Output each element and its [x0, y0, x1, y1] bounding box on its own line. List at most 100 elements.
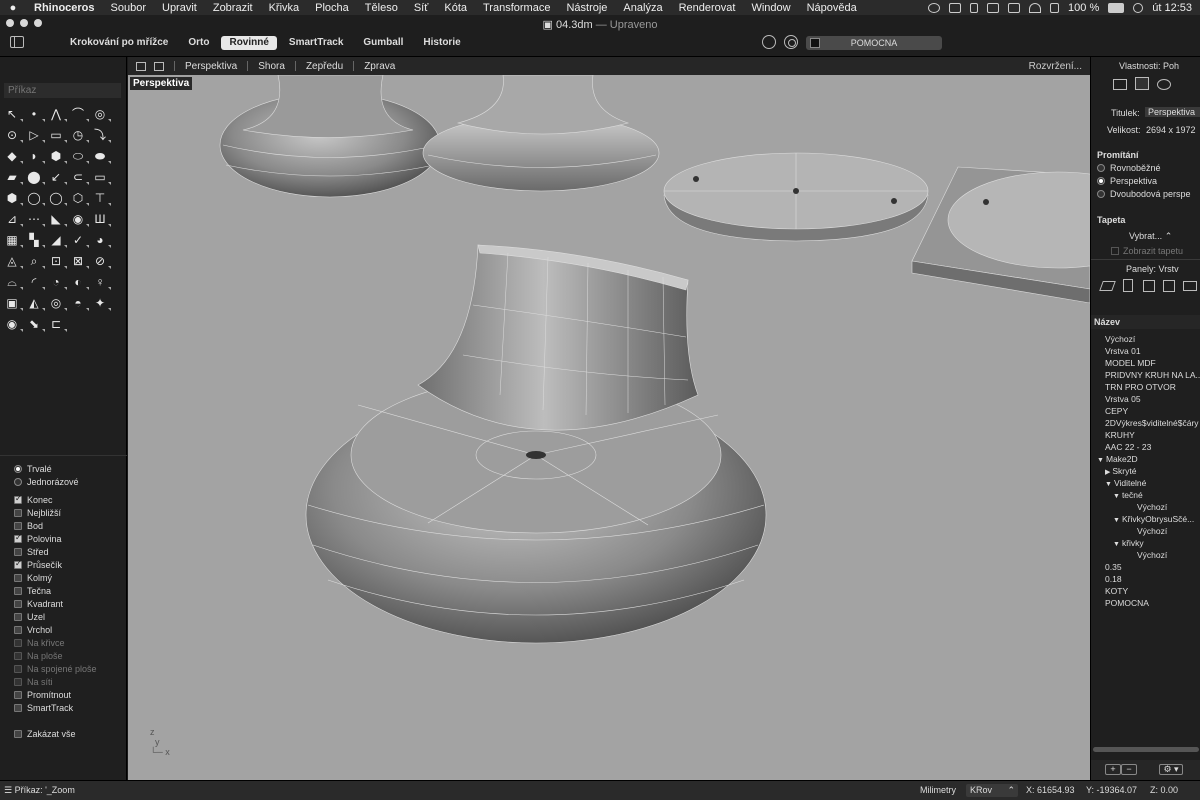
- checkbox[interactable]: [14, 703, 22, 712]
- checkbox[interactable]: [14, 677, 22, 686]
- add-layer-button[interactable]: +: [1105, 764, 1121, 775]
- tool-16-icon[interactable]: ⬤: [26, 170, 45, 185]
- menu-kota[interactable]: Kóta: [436, 2, 475, 14]
- perspective-viewport[interactable]: Perspektiva z y └─ x: [128, 75, 1090, 780]
- mode-gumball-button[interactable]: Gumball: [355, 36, 411, 50]
- layer-item[interactable]: PRIDVNY KRUH NA LA...: [1091, 369, 1200, 381]
- disclosure-arrow-icon[interactable]: ▼: [1105, 481, 1112, 488]
- projection-dvoubodova-perspe[interactable]: Dvoubodová perspe: [1091, 187, 1191, 200]
- layer-item[interactable]: MODEL MDF: [1091, 357, 1200, 369]
- tool-32-icon[interactable]: ◢: [48, 233, 67, 248]
- mode-smarttrack-button[interactable]: SmartTrack: [281, 36, 351, 50]
- layer-name-header[interactable]: Název: [1091, 315, 1200, 329]
- layer-item[interactable]: TRN PRO OTVOR: [1091, 381, 1200, 393]
- user-icon[interactable]: [1133, 2, 1144, 13]
- wifi-icon[interactable]: [1029, 2, 1042, 13]
- command-history[interactable]: ☰ Příkaz: '_Zoom: [4, 785, 75, 796]
- layer-item[interactable]: ▼ Viditelné: [1091, 477, 1200, 489]
- radio-button[interactable]: [14, 477, 22, 486]
- snap-promitnout[interactable]: Promítnout: [0, 688, 127, 701]
- tool-31-icon[interactable]: ▚: [26, 233, 45, 248]
- radio-button[interactable]: [1097, 163, 1105, 172]
- sidebar-toggle-icon[interactable]: [10, 36, 24, 48]
- menu-upravit[interactable]: Upravit: [154, 2, 205, 14]
- tool-45-icon[interactable]: ▣: [4, 296, 23, 311]
- osnap-mode-trvale[interactable]: Trvalé: [0, 462, 127, 475]
- bluetooth-icon[interactable]: [970, 2, 979, 13]
- radio-button[interactable]: [1097, 189, 1105, 198]
- checkbox[interactable]: [14, 586, 22, 595]
- mode-orto-button[interactable]: Orto: [180, 36, 217, 50]
- tool-9-icon[interactable]: ⤵: [92, 128, 111, 143]
- tool-13-icon[interactable]: ⬭: [70, 149, 89, 164]
- tool-38-icon[interactable]: ⊠: [70, 254, 89, 269]
- tool-35-icon[interactable]: ◬: [4, 254, 23, 269]
- tab-shora[interactable]: Shora: [258, 61, 285, 72]
- grid-layout-icon[interactable]: [136, 61, 146, 71]
- tool-42-icon[interactable]: ◔: [48, 275, 67, 290]
- menu-soubor[interactable]: Soubor: [103, 2, 154, 14]
- checkbox[interactable]: [14, 638, 22, 647]
- layer-item[interactable]: 0.18: [1091, 573, 1200, 585]
- disclosure-arrow-icon[interactable]: ▼: [1097, 457, 1104, 464]
- menu-napoveda[interactable]: Nápověda: [799, 2, 865, 14]
- layer-item[interactable]: AAC 22 - 23: [1091, 441, 1200, 453]
- layer-item[interactable]: KOTY: [1091, 585, 1200, 597]
- tool-14-icon[interactable]: ⬬: [92, 149, 111, 164]
- layer-item[interactable]: ▼ KřivkyObrysuSčé...: [1091, 513, 1200, 525]
- tool-15-icon[interactable]: ▰: [4, 170, 23, 185]
- layer-item[interactable]: Výchozí: [1091, 333, 1200, 345]
- layer-item[interactable]: 2DVýkres$viditelné$čáry: [1091, 417, 1200, 429]
- mode-historie-button[interactable]: Historie: [415, 36, 468, 50]
- battery-icon[interactable]: [1108, 2, 1125, 13]
- snap-prusecik[interactable]: Průsečík: [0, 558, 127, 571]
- mode-rovinne-button[interactable]: Rovinné: [221, 36, 277, 50]
- show-wallpaper-checkbox[interactable]: [1111, 247, 1119, 255]
- tool-40-icon[interactable]: ⌓: [4, 275, 23, 290]
- tool-37-icon[interactable]: ⊡: [48, 254, 67, 269]
- disclosure-arrow-icon[interactable]: ▼: [1113, 541, 1120, 548]
- tool-4-icon[interactable]: ◎: [92, 107, 111, 122]
- checkbox[interactable]: [14, 599, 22, 608]
- tool-10-icon[interactable]: ◆: [4, 149, 23, 164]
- tool-28-icon[interactable]: ◉: [70, 212, 89, 227]
- tool-30-icon[interactable]: ▦: [4, 233, 23, 248]
- rotate-view-icon[interactable]: [762, 35, 776, 49]
- tool-5-icon[interactable]: ⊙: [4, 128, 23, 143]
- layer-item[interactable]: POMOCNA: [1091, 597, 1200, 609]
- tab-perspektiva[interactable]: Perspektiva: [185, 61, 237, 72]
- tool-20-icon[interactable]: ⬢: [4, 191, 23, 206]
- target-icon[interactable]: [784, 35, 798, 49]
- checkbox[interactable]: [14, 729, 22, 738]
- tab-zepredu[interactable]: Zepředu: [306, 61, 343, 72]
- checkbox[interactable]: [14, 521, 22, 530]
- tool-19-icon[interactable]: ▭: [92, 170, 111, 185]
- layers-scrollbar[interactable]: [1093, 747, 1199, 752]
- checkbox[interactable]: [14, 664, 22, 673]
- tool-2-icon[interactable]: ⋀: [48, 107, 67, 122]
- menu-krivka[interactable]: Křivka: [261, 2, 308, 14]
- tool-18-icon[interactable]: ⊂: [70, 170, 89, 185]
- snap-konec[interactable]: Konec: [0, 493, 127, 506]
- snap-smarttrack[interactable]: SmartTrack: [0, 701, 127, 714]
- layer-item[interactable]: ▼ křivky: [1091, 537, 1200, 549]
- checkbox[interactable]: [14, 494, 22, 504]
- tool-39-icon[interactable]: ⊘: [92, 254, 111, 269]
- menu-zobrazit[interactable]: Zobrazit: [205, 2, 261, 14]
- tool-46-icon[interactable]: ◭: [26, 296, 45, 311]
- checkbox[interactable]: [14, 559, 22, 569]
- tool-27-icon[interactable]: ◣: [48, 212, 67, 227]
- display-mode-icon[interactable]: [1157, 79, 1171, 90]
- volume-icon[interactable]: [1050, 2, 1060, 13]
- tool-50-icon[interactable]: ◉: [4, 317, 23, 332]
- viewport-props-icon[interactable]: [1135, 77, 1149, 90]
- block-tab-icon[interactable]: [1163, 280, 1175, 292]
- disclosure-arrow-icon[interactable]: ▶: [1105, 469, 1110, 476]
- object-tab-icon[interactable]: [1143, 280, 1155, 292]
- titulek-field[interactable]: Perspektiva: [1145, 107, 1200, 117]
- tool-8-icon[interactable]: ◷: [70, 128, 89, 143]
- tool-17-icon[interactable]: ↙: [48, 170, 67, 185]
- checkbox[interactable]: [14, 612, 22, 621]
- display-tab-icon[interactable]: [1183, 281, 1197, 291]
- snap-na-plose[interactable]: Na ploše: [0, 649, 127, 662]
